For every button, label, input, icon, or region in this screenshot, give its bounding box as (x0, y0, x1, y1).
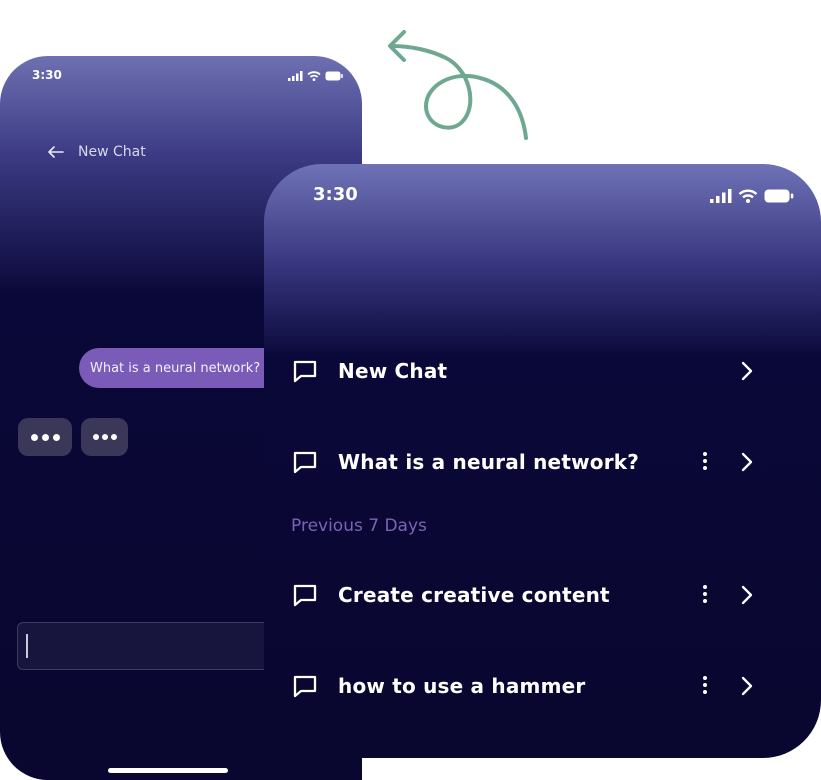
chevron-right-icon[interactable] (740, 585, 754, 605)
home-indicator (108, 768, 228, 773)
chat-title: New Chat (78, 144, 146, 160)
status-icons (288, 71, 343, 81)
history-item-label: What is a neural network? (338, 450, 640, 474)
status-icons (710, 189, 794, 203)
chat-history-screen: 3:30 New Chat What is a neural network? (264, 164, 821, 758)
history-item-creative-content[interactable]: Create creative content (292, 575, 762, 615)
typing-indicator-large (18, 418, 72, 456)
status-time: 3:30 (32, 68, 62, 82)
chat-bubble-icon (292, 450, 318, 474)
more-options-icon[interactable] (703, 584, 707, 604)
chat-bubble-icon (292, 359, 318, 383)
history-item-label: how to use a hammer (338, 674, 586, 698)
chevron-right-icon[interactable] (740, 676, 754, 696)
chevron-right-icon[interactable] (740, 452, 754, 472)
text-caret (26, 634, 28, 658)
history-item-new-chat[interactable]: New Chat (292, 351, 762, 391)
history-item-hammer[interactable]: how to use a hammer (292, 666, 762, 706)
chat-bubble-icon (292, 674, 318, 698)
history-item-neural-network[interactable]: What is a neural network? (292, 442, 762, 482)
more-options-icon[interactable] (703, 451, 707, 471)
typing-indicator-small (81, 418, 128, 456)
signal-icon (710, 189, 732, 203)
battery-icon (764, 189, 794, 203)
wifi-icon (738, 189, 758, 203)
status-time: 3:30 (313, 184, 358, 205)
history-item-label: New Chat (338, 359, 448, 383)
user-message-bubble: What is a neural network? (79, 348, 279, 388)
chat-bubble-icon (292, 583, 318, 607)
signal-icon (288, 71, 303, 81)
history-item-label: Create creative content (338, 583, 610, 607)
curved-arrow-icon (388, 30, 528, 140)
more-options-icon[interactable] (703, 675, 707, 695)
battery-icon (325, 71, 343, 81)
section-label: Previous 7 Days (291, 516, 427, 536)
back-arrow-icon[interactable] (48, 146, 64, 158)
wifi-icon (307, 71, 321, 81)
chat-header: New Chat (48, 144, 146, 160)
chevron-right-icon[interactable] (740, 361, 754, 381)
